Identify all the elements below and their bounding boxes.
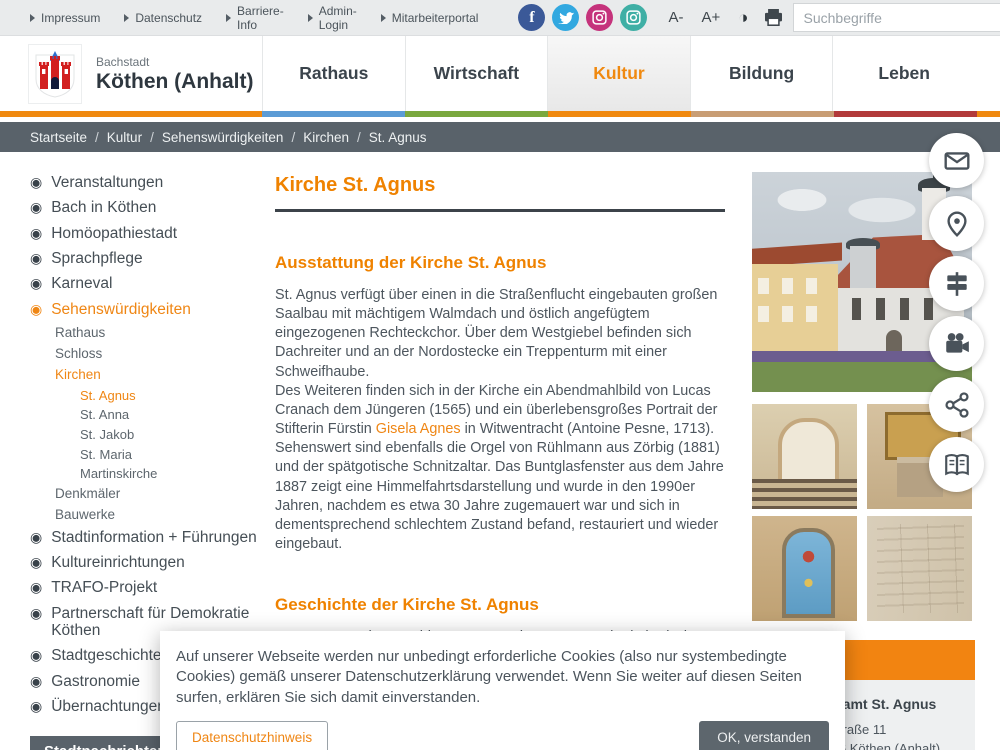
link-admin-login[interactable]: Admin-Login xyxy=(308,4,357,32)
share-button[interactable] xyxy=(929,377,984,432)
page: Impressum Datenschutz Barriere-Info Admi… xyxy=(0,0,1000,750)
bullet-icon: ◉ xyxy=(30,699,42,716)
video-button[interactable] xyxy=(929,316,984,371)
sidebar-item-schloss[interactable]: Schloss xyxy=(55,347,268,362)
signpost-icon xyxy=(943,270,971,298)
sidebar-item-st-jakob[interactable]: St. Jakob xyxy=(80,428,268,442)
cookie-ok-button[interactable]: OK, verstanden xyxy=(699,721,829,750)
logo-subtitle: Bachstadt xyxy=(96,55,253,69)
site-search xyxy=(793,3,1000,32)
bullet-icon: ◉ xyxy=(30,648,42,665)
top-utility-bar: Impressum Datenschutz Barriere-Info Admi… xyxy=(0,0,1000,36)
crumb-st-agnus[interactable]: St. Agnus xyxy=(369,130,427,145)
section-heading-ausstattung: Ausstattung der Kirche St. Agnus xyxy=(275,253,725,273)
sidebar-item-trafo-projekt[interactable]: ◉TRAFO-Projekt xyxy=(30,579,268,596)
title-rule xyxy=(275,209,725,212)
bullet-icon: ◉ xyxy=(30,226,42,243)
instagram-icon[interactable] xyxy=(586,4,613,31)
logo-title: Köthen (Anhalt) xyxy=(96,70,253,94)
crumb-kultur[interactable]: Kultur xyxy=(107,130,142,145)
open-book-icon xyxy=(943,451,971,479)
sidebar-item-denkmaeler[interactable]: Denkmäler xyxy=(55,487,268,502)
sidebar-item-kirchen[interactable]: Kirchen xyxy=(55,368,268,383)
tab-rathaus[interactable]: Rathaus xyxy=(262,36,405,111)
arrow-icon xyxy=(308,14,313,22)
main-navigation: Rathaus Wirtschaft Kultur Bildung Leben xyxy=(262,36,975,111)
instagram-teal-icon[interactable] xyxy=(620,4,647,31)
datenschutzhinweis-button[interactable]: Datenschutzhinweis xyxy=(176,721,328,750)
bullet-icon: ◉ xyxy=(30,302,42,319)
page-title: Kirche St. Agnus xyxy=(275,174,725,197)
sidebar-item-veranstaltungen[interactable]: ◉Veranstaltungen xyxy=(30,174,268,191)
signpost-button[interactable] xyxy=(929,256,984,311)
bullet-icon: ◉ xyxy=(30,200,42,217)
sidebar-item-bach-in-koethen[interactable]: ◉Bach in Köthen xyxy=(30,199,268,216)
photo-historic-register[interactable] xyxy=(867,516,972,621)
crumb-kirchen[interactable]: Kirchen xyxy=(303,130,349,145)
breadcrumb: Startseite / Kultur / Sehenswürdigkeiten… xyxy=(0,122,1000,152)
site-header: Bachstadt Köthen (Anhalt) Rathaus Wirtsc… xyxy=(0,36,1000,111)
arrow-icon xyxy=(381,14,386,22)
sidebar-item-martinskirche[interactable]: Martinskirche xyxy=(80,467,268,481)
section-heading-geschichte: Geschichte der Kirche St. Agnus xyxy=(275,595,725,615)
sidebar-item-kultureinrichtungen[interactable]: ◉Kultureinrichtungen xyxy=(30,554,268,571)
video-camera-icon xyxy=(943,330,971,358)
sidebar-item-sprachpflege[interactable]: ◉Sprachpflege xyxy=(30,250,268,267)
sidebar-item-st-maria[interactable]: St. Maria xyxy=(80,448,268,462)
share-icon xyxy=(943,391,971,419)
bullet-icon: ◉ xyxy=(30,276,42,293)
contact-mail-button[interactable] xyxy=(929,133,984,188)
bullet-icon: ◉ xyxy=(30,175,42,192)
link-mitarbeiterportal[interactable]: Mitarbeiterportal xyxy=(381,11,479,25)
sidebar-item-stadtinformation-fuehrungen[interactable]: ◉Stadtinformation + Führungen xyxy=(30,529,268,546)
crumb-sehenswuerdigkeiten[interactable]: Sehenswürdigkeiten xyxy=(162,130,284,145)
bullet-icon: ◉ xyxy=(30,674,42,691)
guestbook-button[interactable] xyxy=(929,437,984,492)
site-logo[interactable]: Bachstadt Köthen (Anhalt) xyxy=(28,44,253,104)
link-barriere-info[interactable]: Barriere-Info xyxy=(226,4,284,32)
tab-kultur[interactable]: Kultur xyxy=(547,36,690,111)
arrow-icon xyxy=(30,14,35,22)
coat-of-arms-icon xyxy=(28,44,82,104)
contrast-toggle-icon[interactable]: ◑ xyxy=(738,8,748,28)
bullet-icon: ◉ xyxy=(30,606,42,641)
crumb-startseite[interactable]: Startseite xyxy=(30,130,87,145)
bullet-icon: ◉ xyxy=(30,530,42,547)
photo-church-interior[interactable] xyxy=(752,404,857,509)
sidebar-item-st-agnus[interactable]: St. Agnus xyxy=(80,389,268,403)
tab-leben[interactable]: Leben xyxy=(832,36,975,111)
mail-icon xyxy=(943,147,971,175)
link-gisela-agnes[interactable]: Gisela Agnes xyxy=(376,421,461,437)
arrow-icon xyxy=(124,14,129,22)
bullet-icon: ◉ xyxy=(30,251,42,268)
cookie-text: Auf unserer Webseite werden nur unbeding… xyxy=(176,647,829,708)
bullet-icon: ◉ xyxy=(30,555,42,572)
main-content: Kirche St. Agnus Ausstattung der Kirche … xyxy=(275,168,725,705)
print-icon[interactable] xyxy=(764,9,783,26)
arrow-icon xyxy=(226,14,231,22)
sidebar-item-sehenswuerdigkeiten[interactable]: ◉Sehenswürdigkeiten xyxy=(30,301,268,318)
font-smaller-button[interactable]: A- xyxy=(668,9,683,26)
sidebar-item-homoeopathiestadt[interactable]: ◉Homöopathiestadt xyxy=(30,225,268,242)
font-larger-button[interactable]: A+ xyxy=(701,9,720,26)
photo-stained-glass-window[interactable] xyxy=(752,516,857,621)
link-impressum[interactable]: Impressum xyxy=(30,11,100,25)
twitter-icon[interactable] xyxy=(552,4,579,31)
sidebar-item-st-anna[interactable]: St. Anna xyxy=(80,408,268,422)
facebook-icon[interactable]: f xyxy=(518,4,545,31)
sidebar-item-rathaus[interactable]: Rathaus xyxy=(55,326,268,341)
tab-wirtschaft[interactable]: Wirtschaft xyxy=(405,36,548,111)
cookie-banner: Auf unserer Webseite werden nur unbeding… xyxy=(160,631,845,750)
location-button[interactable] xyxy=(929,196,984,251)
tab-bildung[interactable]: Bildung xyxy=(690,36,833,111)
nav-color-strip xyxy=(0,111,1000,117)
map-pin-icon xyxy=(943,210,971,238)
paragraph-ausstattung: St. Agnus verfügt über einen in die Stra… xyxy=(275,286,725,554)
sidebar-item-bauwerke[interactable]: Bauwerke xyxy=(55,508,268,523)
bullet-icon: ◉ xyxy=(30,580,42,597)
search-input[interactable] xyxy=(793,3,1000,32)
link-datenschutz[interactable]: Datenschutz xyxy=(124,11,202,25)
sidebar-item-karneval[interactable]: ◉Karneval xyxy=(30,275,268,292)
